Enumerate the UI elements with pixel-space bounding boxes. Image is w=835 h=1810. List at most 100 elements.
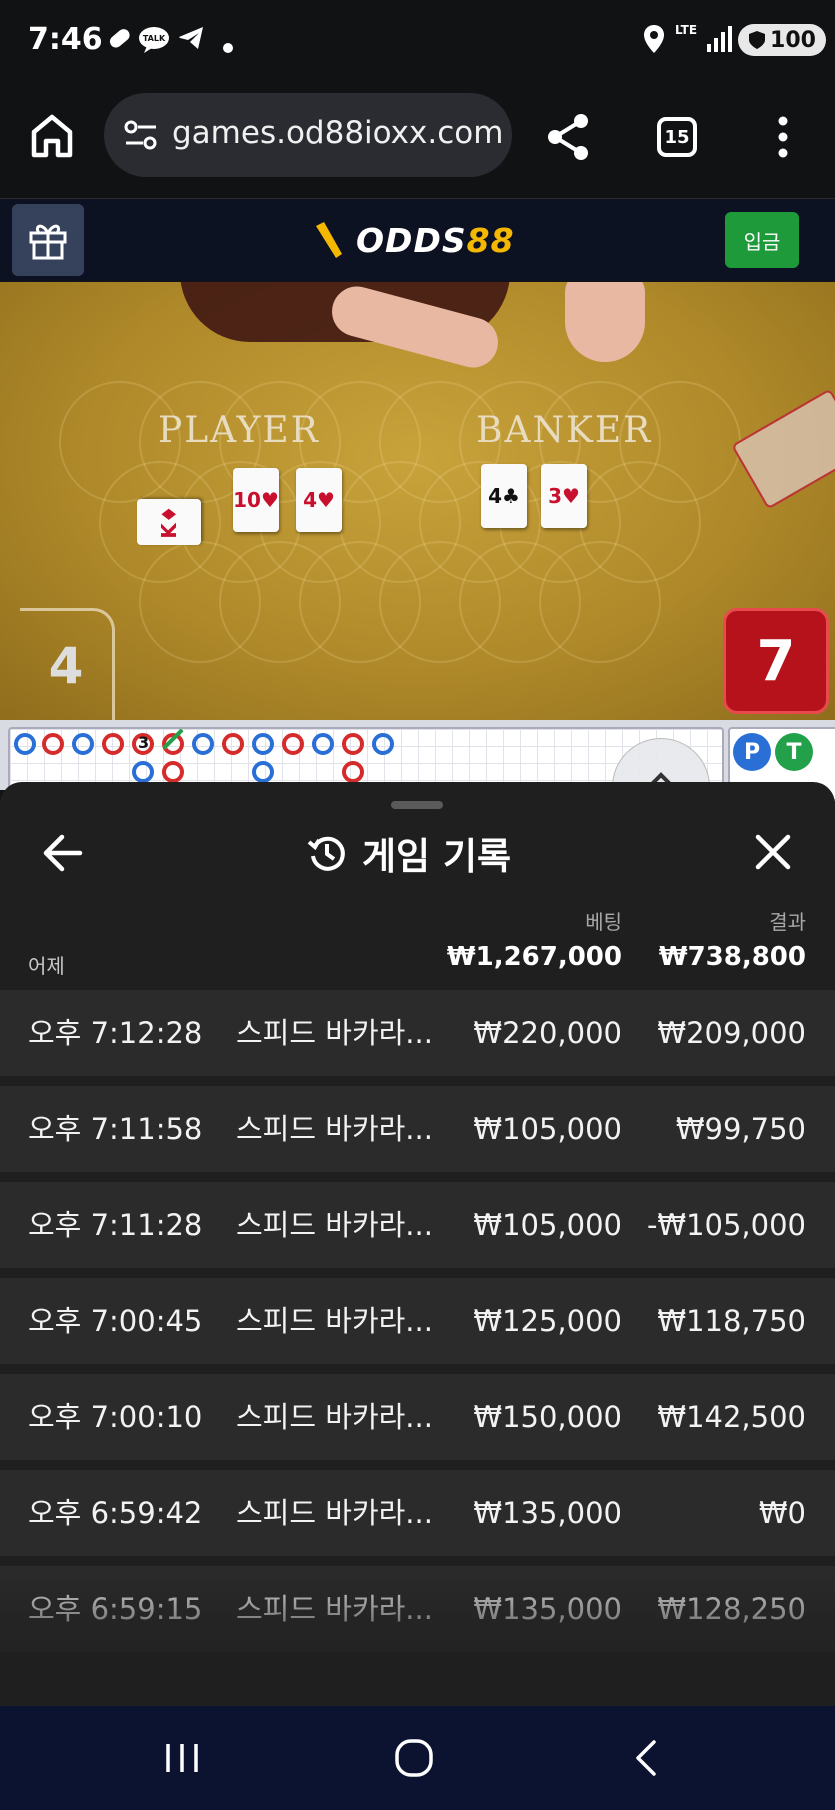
url-text: games.od88ioxx.com <box>172 115 504 151</box>
more-vertical-icon <box>778 116 788 158</box>
dealer-right-hand <box>565 282 645 362</box>
tie-predict-button[interactable]: T <box>775 733 813 771</box>
row-time: 오후 6:59:15 <box>28 1592 203 1626</box>
player-card-2: 10 ♥ <box>233 468 279 532</box>
row-bet: ₩135,000 <box>473 1592 622 1626</box>
deposit-button[interactable]: 입금 <box>725 212 799 268</box>
sheet-title: 게임 기록 <box>306 828 511 878</box>
history-row[interactable]: 오후 7:11:28 스피드 바카라... ₩105,000 -₩105,000 <box>0 1182 835 1268</box>
back-button[interactable] <box>40 833 84 873</box>
home-circle-icon <box>395 1739 433 1777</box>
promotions-button[interactable] <box>12 204 84 276</box>
row-bet: ₩135,000 <box>473 1496 622 1530</box>
row-time: 오후 6:59:42 <box>28 1496 203 1530</box>
road-bead <box>192 733 214 755</box>
road-bead <box>102 733 124 755</box>
network-type: LTE <box>675 23 698 37</box>
row-result: ₩99,750 <box>675 1112 806 1146</box>
road-bead <box>312 733 334 755</box>
road-bead <box>372 733 394 755</box>
status-time: 7:46 <box>28 22 103 57</box>
road-marker: 3 <box>138 733 150 752</box>
share-icon <box>548 114 588 160</box>
row-time: 오후 7:11:58 <box>28 1112 203 1146</box>
site-settings-icon[interactable] <box>122 117 160 153</box>
banker-card-1: 4 ♣ <box>481 464 527 528</box>
road-bead <box>252 733 274 755</box>
recents-icon <box>166 1744 198 1772</box>
history-row[interactable]: 오후 7:00:10 스피드 바카라... ₩150,000 ₩142,500 <box>0 1374 835 1460</box>
road-bead <box>132 761 154 783</box>
row-result: -₩105,000 <box>646 1208 806 1242</box>
player-card-3: 4 ♥ <box>296 468 342 532</box>
recents-button[interactable] <box>158 1736 206 1780</box>
battery-level: 100 <box>770 27 816 53</box>
road-bead <box>42 733 64 755</box>
date-group-label: 어제 <box>28 954 65 978</box>
site-logo[interactable]: ODDS88 <box>312 215 515 265</box>
row-result: ₩128,250 <box>657 1592 806 1626</box>
sheet-title-text: 게임 기록 <box>362 835 512 878</box>
player-predict-button[interactable]: P <box>733 733 771 771</box>
history-row[interactable]: 오후 6:59:42 스피드 바카라... ₩135,000 ₩0 <box>0 1470 835 1556</box>
share-button[interactable] <box>545 112 593 162</box>
gift-icon <box>29 224 67 260</box>
svg-text:TALK: TALK <box>143 34 166 43</box>
banker-label: BANKER <box>476 410 653 451</box>
row-bet: ₩220,000 <box>473 1016 622 1050</box>
row-result: ₩209,000 <box>657 1016 806 1050</box>
row-result: ₩142,500 <box>657 1400 806 1434</box>
row-bet: ₩150,000 <box>473 1400 622 1434</box>
kakaotalk-icon: TALK <box>138 26 170 56</box>
banker-score: 7 <box>723 608 829 714</box>
row-time: 오후 7:11:28 <box>28 1208 203 1242</box>
row-bet: ₩125,000 <box>473 1304 622 1338</box>
row-time: 오후 7:00:10 <box>28 1400 203 1434</box>
history-row[interactable]: 오후 7:00:45 스피드 바카라... ₩125,000 ₩118,750 <box>0 1278 835 1364</box>
pill-icon <box>104 24 134 54</box>
signal-icon <box>706 24 732 54</box>
home-button[interactable] <box>26 110 78 162</box>
arrow-left-icon <box>43 834 83 872</box>
telegram-icon <box>177 24 205 54</box>
road-bead <box>342 761 364 783</box>
road-bead <box>342 733 364 755</box>
road-bead <box>14 733 36 755</box>
logo-mark-icon <box>316 222 342 258</box>
row-bet: ₩105,000 <box>473 1112 622 1146</box>
player-score: 4 <box>20 608 115 720</box>
road-bead <box>282 733 304 755</box>
history-row[interactable]: 오후 6:59:15 스피드 바카라... ₩135,000 ₩128,250 <box>0 1566 835 1652</box>
history-row[interactable]: 오후 7:11:58 스피드 바카라... ₩105,000 ₩99,750 <box>0 1086 835 1172</box>
total-result: ₩738,800 <box>658 942 806 972</box>
notification-dot-icon <box>223 34 233 64</box>
road-bead <box>252 761 274 783</box>
column-header-result: 결과 <box>769 910 806 934</box>
battery-indicator: 100 <box>738 24 826 56</box>
sheet-drag-handle[interactable] <box>391 801 443 809</box>
back-nav-button[interactable] <box>624 1736 672 1780</box>
close-icon <box>755 834 791 870</box>
location-icon <box>642 24 666 54</box>
road-bead <box>222 733 244 755</box>
back-chevron-icon <box>636 1740 656 1776</box>
history-row[interactable]: 오후 7:12:28 스피드 바카라... ₩220,000 ₩209,000 <box>0 990 835 1076</box>
history-icon <box>307 836 345 871</box>
row-time: 오후 7:12:28 <box>28 1016 203 1050</box>
close-button[interactable] <box>754 833 792 871</box>
browser-menu-button[interactable] <box>768 112 798 162</box>
player-card-1: K ♦ <box>137 499 201 545</box>
total-bet: ₩1,267,000 <box>446 942 622 972</box>
road-bead <box>162 761 184 783</box>
banker-card-2: 3 ♥ <box>541 464 587 528</box>
shield-icon <box>749 31 766 49</box>
row-bet: ₩105,000 <box>473 1208 622 1242</box>
tab-switcher-button[interactable]: 15 <box>657 117 697 157</box>
row-result: ₩0 <box>758 1496 806 1530</box>
road-bead <box>72 733 94 755</box>
address-bar[interactable]: games.od88ioxx.com <box>104 93 512 177</box>
player-label: PLAYER <box>158 410 320 451</box>
home-nav-button[interactable] <box>390 1736 438 1780</box>
live-dealer-video[interactable]: PLAYER BANKER K ♦ 10 ♥ 4 ♥ 4 ♣ 3 ♥ 4 7 <box>0 282 835 720</box>
home-icon <box>31 114 73 158</box>
